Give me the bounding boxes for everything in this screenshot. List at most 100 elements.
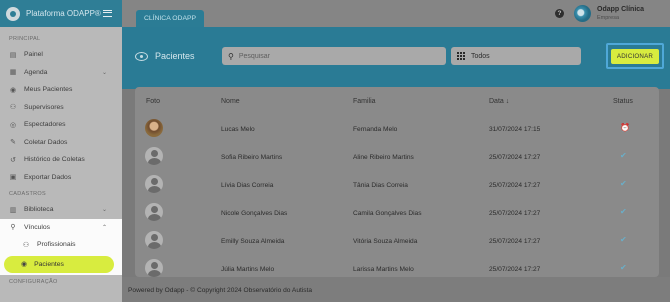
header-status: Status: [613, 98, 633, 105]
sidebar-item-label: Vínculos: [24, 223, 51, 231]
export-icon: ▣: [9, 174, 17, 182]
viewer-icon: ◎: [9, 121, 17, 129]
sidebar-item-profissionais[interactable]: ⚇ Profissionais: [0, 236, 122, 254]
family-name: Fernanda Melo: [353, 126, 398, 133]
sidebar-header: Plataforma ODAPP®: [0, 0, 122, 27]
sidebar-item-label: Meus Pacientes: [24, 86, 73, 94]
sidebar-item-label: Exportar Dados: [24, 173, 72, 181]
chevron-down-icon: ⌄: [101, 69, 107, 76]
calendar-icon: ▦: [9, 69, 17, 77]
add-button-highlight: ADICIONAR: [606, 43, 664, 69]
patient-photo: [145, 119, 163, 137]
sidebar-item-coletar-dados[interactable]: ✎ Coletar Dados: [0, 134, 122, 152]
sidebar-item-exportar[interactable]: ▣ Exportar Dados: [0, 169, 122, 187]
topbar: CLÍNICA ODAPP ? Odapp Clínica Empresa: [122, 0, 670, 27]
patient-name: Nicole Gonçalves Dias: [221, 210, 288, 217]
user-name[interactable]: Odapp Clínica: [597, 6, 644, 13]
patient-name: Lívia Dias Correia: [221, 182, 274, 189]
avatar-placeholder-icon: [145, 175, 163, 193]
date: 25/07/2024 17:27: [489, 238, 541, 245]
sidebar-item-label: Agenda: [24, 68, 48, 76]
avatar-placeholder-icon: [145, 259, 163, 277]
sidebar-item-label: Coletar Dados: [24, 138, 68, 146]
check-icon: ✔: [620, 235, 627, 244]
add-button[interactable]: ADICIONAR: [611, 48, 659, 64]
family-name: Larissa Martins Melo: [353, 266, 414, 273]
user-role: Empresa: [597, 15, 620, 21]
history-icon: ↺: [10, 156, 16, 164]
page-title: Pacientes: [155, 51, 195, 61]
family-name: Tânia Dias Correia: [353, 182, 408, 189]
sidebar-item-biblioteca[interactable]: ▥ Biblioteca ⌄: [0, 201, 122, 219]
footer-text: Powered by Odapp - © Copyright 2024 Obse…: [128, 287, 313, 294]
check-icon: ✔: [620, 263, 627, 272]
sidebar-item-label: Biblioteca: [24, 206, 54, 214]
patient-name: Emilly Souza Almeida: [221, 238, 285, 245]
header-foto: Foto: [146, 98, 161, 105]
chevron-down-icon: ⌄: [101, 207, 107, 214]
eye-icon: ◉: [21, 261, 28, 268]
clock-icon: ⏰: [620, 123, 630, 132]
sidebar-item-label: Painel: [24, 51, 43, 59]
hamburger-icon[interactable]: [103, 10, 112, 17]
patient-name: Sofia Ribeiro Martins: [221, 154, 283, 161]
table-row[interactable]: Nicole Gonçalves Dias Camila Gonçalves D…: [135, 199, 659, 227]
avatar-placeholder-icon: [145, 203, 163, 221]
sidebar-item-label: Supervisores: [24, 103, 64, 111]
patients-table: Foto Nome Familia Data ↓ Status Lucas Me…: [135, 87, 659, 277]
check-icon: ✔: [620, 151, 627, 160]
tab-clinica[interactable]: CLÍNICA ODAPP: [136, 10, 204, 27]
footer: Powered by Odapp - © Copyright 2024 Obse…: [122, 277, 670, 302]
library-icon: ▥: [9, 206, 17, 214]
sidebar-item-label: Espectadores: [24, 121, 66, 129]
sidebar-item-painel[interactable]: ▤ Painel: [0, 46, 122, 64]
family-name: Vitória Souza Almeida: [353, 238, 418, 245]
status-filter-select[interactable]: Todos: [451, 47, 581, 65]
sidebar-item-label: Profissionais: [37, 241, 76, 249]
sidebar-item-pacientes[interactable]: ◉ Pacientes: [4, 255, 114, 273]
date: 25/07/2024 17:27: [489, 154, 541, 161]
avatar[interactable]: [574, 5, 591, 22]
sidebar-item-historico[interactable]: ↺ Histórico de Coletas: [0, 151, 122, 169]
sidebar-item-vinculos[interactable]: ⚲ Vínculos ⌃: [0, 218, 122, 236]
sidebar: Plataforma ODAPP® PRINCIPAL ▤ Painel ▦ A…: [0, 0, 122, 302]
sidebar-item-meus-pacientes[interactable]: ◉ Meus Pacientes: [0, 81, 122, 99]
sidebar-item-label: Histórico de Coletas: [24, 156, 85, 164]
header-familia[interactable]: Familia: [353, 98, 376, 105]
header-data[interactable]: Data ↓: [489, 98, 509, 105]
avatar-placeholder-icon: [145, 231, 163, 249]
family-name: Aline Ribeiro Martins: [353, 154, 414, 161]
sidebar-item-supervisores[interactable]: ⚇ Supervisores: [0, 99, 122, 117]
patient-name: Júlia Martins Melo: [221, 266, 275, 273]
search-box[interactable]: ⚲: [222, 47, 446, 65]
patient-name: Lucas Melo: [221, 126, 255, 133]
check-icon: ✔: [620, 179, 627, 188]
sidebar-item-espectadores[interactable]: ◎ Espectadores: [0, 116, 122, 134]
users-icon: ⚇: [9, 104, 17, 112]
header-data-label: Data: [489, 98, 504, 105]
help-icon[interactable]: ?: [555, 9, 564, 18]
header-nome[interactable]: Nome: [221, 98, 240, 105]
table-row[interactable]: Emilly Souza Almeida Vitória Souza Almei…: [135, 227, 659, 255]
search-input[interactable]: [238, 52, 419, 60]
chevron-up-icon: ⌃: [101, 224, 107, 231]
active-item-wrap: ◉ Pacientes: [0, 253, 122, 275]
table-row[interactable]: Lívia Dias Correia Tânia Dias Correia 25…: [135, 171, 659, 199]
date: 25/07/2024 17:27: [489, 182, 541, 189]
table-row[interactable]: Júlia Martins Melo Larissa Martins Melo …: [135, 255, 659, 277]
family-name: Camila Gonçalves Dias: [353, 210, 422, 217]
eye-icon: [135, 52, 148, 61]
table-row[interactable]: Lucas Melo Fernanda Melo 31/07/2024 17:1…: [135, 115, 659, 143]
date: 25/07/2024 17:27: [489, 210, 541, 217]
dashboard-icon: ▤: [9, 51, 17, 59]
avatar-placeholder-icon: [145, 147, 163, 165]
section-configuracao: CONFIGURAÇÃO: [9, 278, 58, 285]
table-row[interactable]: Sofia Ribeiro Martins Aline Ribeiro Mart…: [135, 143, 659, 171]
brand-name: Plataforma ODAPP®: [26, 9, 101, 18]
arrow-down-icon: ↓: [505, 98, 510, 105]
users-icon: ⚇: [22, 241, 30, 249]
sidebar-item-agenda[interactable]: ▦ Agenda ⌄: [0, 64, 122, 82]
search-icon: ⚲: [228, 51, 234, 61]
check-icon: ✔: [620, 207, 627, 216]
filter-value: Todos: [471, 52, 490, 60]
